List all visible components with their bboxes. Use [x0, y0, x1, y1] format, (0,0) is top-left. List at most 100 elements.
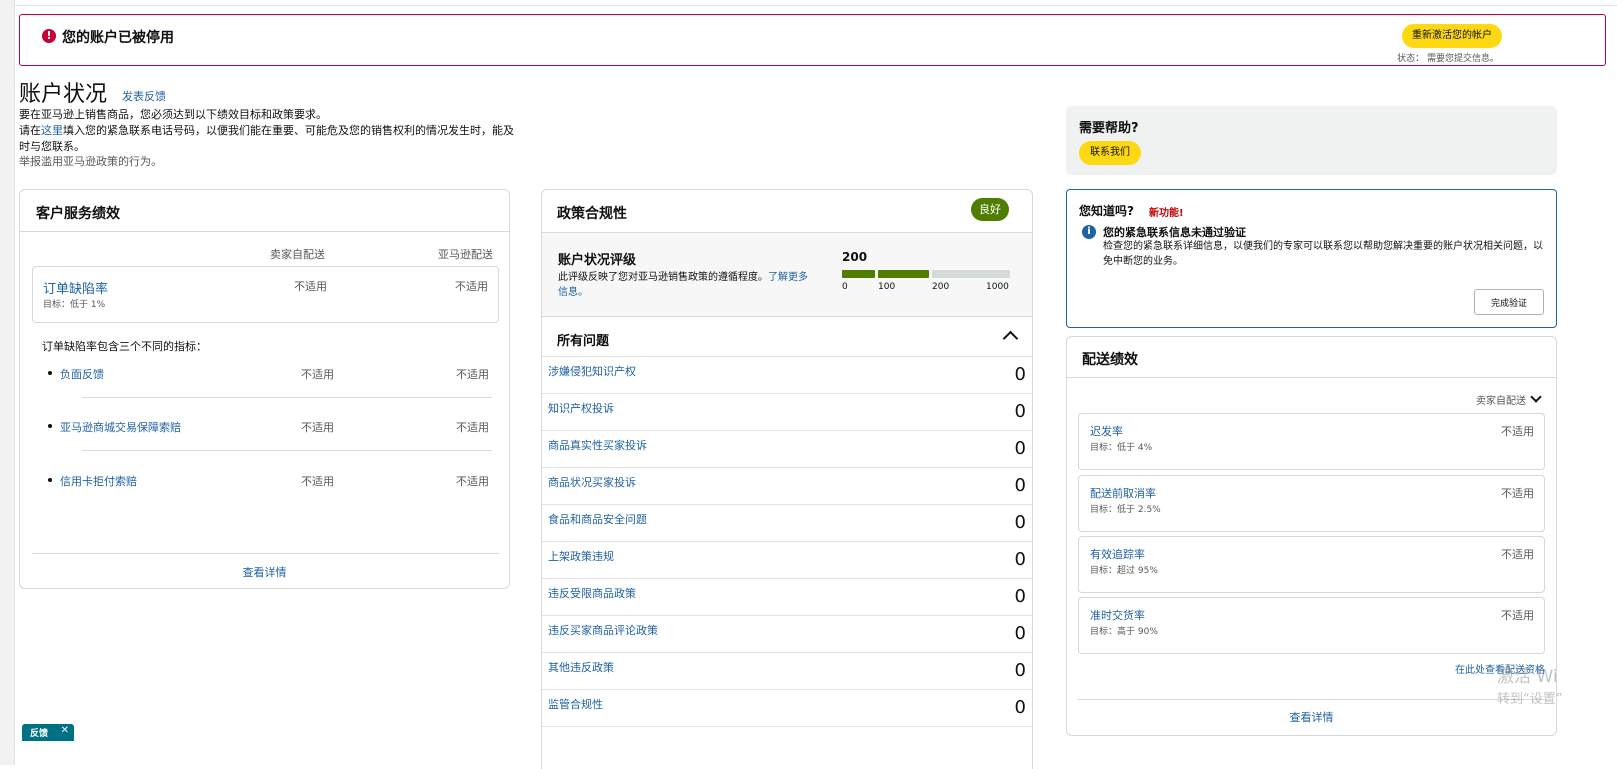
issue-link[interactable]: 上架政策违规 — [548, 548, 614, 564]
emergency-contact-link[interactable]: 这里 — [41, 124, 63, 137]
issue-count: 0 — [1014, 623, 1026, 644]
shipping-metric-value: 不适用 — [1501, 425, 1534, 438]
activation-watermark-line2: 转到“设置” — [1497, 692, 1563, 707]
odr-note: 订单缺陷率包含三个不同的指标： — [42, 340, 207, 353]
bar-segment-low — [842, 270, 875, 278]
did-you-know-title: 您知道吗? — [1079, 204, 1134, 218]
did-you-know-card: 您知道吗? 新功能! i 您的紧急联系信息未通过验证 检查您的紧急联系详细信息，… — [1066, 189, 1557, 328]
issue-count: 0 — [1014, 401, 1026, 422]
issue-row: 违反买家商品评论政策 0 — [542, 616, 1032, 653]
bullet — [48, 371, 52, 375]
issue-count: 0 — [1014, 438, 1026, 459]
fulfillment-selector[interactable]: 卖家自配送 — [1476, 391, 1542, 407]
metric-seller-value: 不适用 — [301, 421, 334, 434]
cs-view-details-link[interactable]: 查看详情 — [20, 564, 509, 580]
issue-link[interactable]: 其他违反政策 — [548, 659, 614, 675]
left-edge-strip — [0, 0, 15, 765]
ahr-score: 200 — [842, 250, 868, 264]
ahr-desc-text: 此评级反映了您对亚马逊销售政策的遵循程度。 — [558, 272, 768, 283]
shipping-view-details-link[interactable]: 查看详情 — [1067, 709, 1556, 725]
alert-icon: ! — [42, 29, 56, 43]
issue-row: 知识产权投诉 0 — [542, 394, 1032, 431]
chevron-up-icon[interactable] — [1002, 330, 1019, 347]
chevron-down-icon — [1530, 391, 1542, 403]
metric-link-negative-feedback[interactable]: 负面反馈 — [60, 366, 104, 382]
reactivate-account-button[interactable]: 重新激活您的帐户 — [1402, 24, 1502, 48]
tick-label: 1000 — [986, 282, 1009, 292]
issue-link[interactable]: 违反买家商品评论政策 — [548, 622, 658, 638]
divider — [20, 231, 509, 232]
issue-row: 其他违反政策 0 — [542, 653, 1032, 690]
issue-link[interactable]: 商品真实性买家投诉 — [548, 437, 647, 453]
shipping-metric-link[interactable]: 准时交货率 — [1090, 607, 1145, 623]
contact-us-button[interactable]: 联系我们 — [1079, 141, 1141, 165]
odr-seller-value: 不适用 — [294, 280, 327, 293]
activation-watermark-line1: 激活 Wi — [1497, 667, 1558, 687]
issue-count: 0 — [1014, 475, 1026, 496]
issue-link[interactable]: 涉嫌侵犯知识产权 — [548, 363, 636, 379]
account-deactivated-alert: ! 您的账户已被停用 重新激活您的帐户 状态： 需要您提交信息。 — [19, 14, 1606, 66]
odr-amazon-value: 不适用 — [455, 280, 488, 293]
ahr-title: 账户状况评级 — [558, 253, 637, 268]
tick-label: 0 — [842, 282, 848, 292]
odr-target: 目标：低于 1% — [43, 300, 106, 310]
shipping-title: 配送绩效 — [1082, 352, 1138, 368]
divider — [1067, 377, 1556, 378]
policy-title: 政策合规性 — [557, 206, 627, 222]
complete-verification-button[interactable]: 完成验证 — [1473, 289, 1544, 315]
issue-link[interactable]: 食品和商品安全问题 — [548, 511, 647, 527]
help-title: 需要帮助? — [1079, 121, 1139, 136]
issue-row: 食品和商品安全问题 0 — [542, 505, 1032, 542]
intro-post-link: 填入您的紧急联系电话号码，以便我们能在重要、可能危及您的销售权利的情况发生时，能… — [19, 124, 514, 153]
alert-status-text: 状态： 需要您提交信息。 — [1397, 54, 1499, 64]
metric-link-chargeback[interactable]: 信用卡拒付索赔 — [60, 473, 137, 489]
issue-link[interactable]: 监管合规性 — [548, 696, 603, 712]
selector-label: 卖家自配送 — [1476, 396, 1526, 407]
divider — [1078, 699, 1545, 700]
metric-amazon-value: 不适用 — [456, 421, 489, 434]
all-issues-title: 所有问题 — [557, 334, 610, 349]
account-health-rating-box: 账户状况评级 此评级反映了您对亚马逊销售政策的遵循程度。了解更多信息。 200 … — [542, 232, 1032, 317]
issue-count: 0 — [1014, 697, 1026, 718]
shipping-metric-target: 目标：低于 4% — [1090, 443, 1153, 453]
issue-row: 违反受限商品政策 0 — [542, 579, 1032, 616]
shipping-metric-box: 有效追踪率 目标：超过 95% 不适用 — [1078, 536, 1545, 593]
bullet — [48, 424, 52, 428]
ahr-description: 此评级反映了您对亚马逊销售政策的遵循程度。了解更多信息。 — [558, 270, 813, 300]
odr-link[interactable]: 订单缺陷率 — [43, 278, 108, 297]
issue-link[interactable]: 违反受限商品政策 — [548, 585, 636, 601]
issue-row: 涉嫌侵犯知识产权 0 — [542, 357, 1032, 394]
message-title: 您的紧急联系信息未通过验证 — [1103, 226, 1246, 239]
all-issues-header[interactable]: 所有问题 — [542, 320, 1032, 357]
tick-label: 100 — [878, 282, 896, 292]
intro-line-2: 请在这里填入您的紧急联系电话号码，以便我们能在重要、可能危及您的销售权利的情况发… — [19, 123, 519, 155]
issue-count: 0 — [1014, 660, 1026, 681]
bar-segment-high — [932, 270, 1010, 278]
shipping-metric-value: 不适用 — [1501, 487, 1534, 500]
top-divider — [14, 5, 1617, 6]
shipping-metric-link[interactable]: 配送前取消率 — [1090, 485, 1156, 501]
col-head-seller: 卖家自配送 — [270, 248, 325, 261]
issue-count: 0 — [1014, 549, 1026, 570]
shipping-metric-link[interactable]: 有效追踪率 — [1090, 546, 1145, 562]
feedback-tab-label: 反馈 — [30, 729, 49, 739]
issue-link[interactable]: 商品状况买家投诉 — [548, 474, 636, 490]
issue-row: 上架政策违规 0 — [542, 542, 1032, 579]
divider — [82, 397, 492, 398]
divider — [82, 450, 492, 451]
shipping-metric-link[interactable]: 迟发率 — [1090, 423, 1123, 439]
issue-row: 商品真实性买家投诉 0 — [542, 431, 1032, 468]
shipping-metric-target: 目标：低于 2.5% — [1090, 505, 1161, 515]
shipping-metric-target: 目标：超过 95% — [1090, 566, 1158, 576]
close-icon[interactable]: ✕ — [61, 725, 69, 736]
metric-link-a-to-z[interactable]: 亚马逊商城交易保障索赔 — [60, 419, 181, 435]
odr-box: 订单缺陷率 目标：低于 1% 不适用 不适用 — [32, 266, 499, 323]
issue-link[interactable]: 知识产权投诉 — [548, 400, 614, 416]
report-abuse-text[interactable]: 举报滥用亚马逊政策的行为。 — [19, 153, 162, 169]
feedback-tab[interactable]: 反馈 ✕ — [22, 724, 74, 741]
intro-line-1: 要在亚马逊上销售商品，您必须达到以下绩效目标和政策要求。 — [19, 108, 327, 121]
policy-compliance-card: 政策合规性 良好 账户状况评级 此评级反映了您对亚马逊销售政策的遵循程度。了解更… — [541, 189, 1033, 769]
shipping-metric-box: 配送前取消率 目标：低于 2.5% 不适用 — [1078, 475, 1545, 532]
shipping-metric-target: 目标：高于 90% — [1090, 627, 1158, 637]
feedback-link[interactable]: 发表反馈 — [122, 88, 166, 104]
